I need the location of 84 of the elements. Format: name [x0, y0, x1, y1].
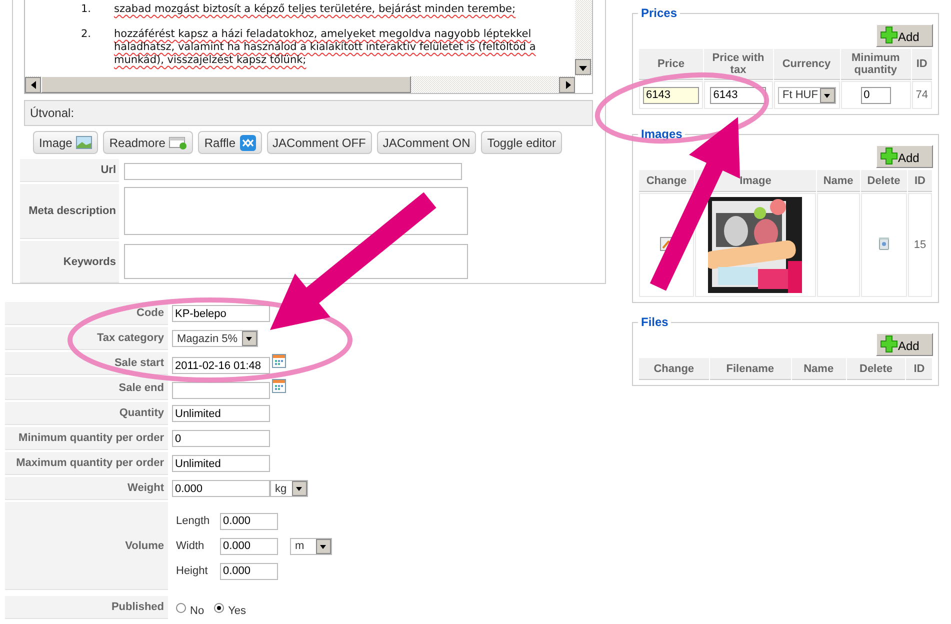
scroll-right-icon[interactable]	[559, 76, 575, 92]
field-label: Quantity	[5, 402, 168, 425]
quantity-field[interactable]: 0	[860, 86, 891, 104]
field-label: Tax category	[5, 327, 168, 350]
currency-dropdown[interactable]: Ft HUF	[778, 86, 836, 104]
column-header: Delete	[860, 170, 907, 192]
field-label: Sale start	[5, 352, 168, 375]
column-header: Name	[816, 170, 860, 192]
dimension-field[interactable]: 0.000	[220, 538, 278, 554]
price-field[interactable]: 6143	[643, 86, 699, 104]
list-item-text: hozzáférést kapsz a házi feladatokhoz, amelyeket megoldva nagyobb léptekkel haladhatsz, valamint ha használod a kialakított interaktív felületet is (feltöltöd a munkád), visszajelzést kapsz tőlünk;	[114, 28, 537, 67]
text-field[interactable]: 0.000	[172, 480, 270, 497]
price-with-tax-field[interactable]: 6143	[710, 86, 766, 104]
field-label: Volume	[5, 502, 168, 590]
field-label: Url	[20, 159, 119, 182]
editor-button[interactable]: Raffle	[198, 131, 262, 154]
section-title: Images	[640, 127, 684, 141]
column-header: Filename	[710, 358, 791, 380]
add-button[interactable]: Add	[876, 145, 933, 168]
vertical-scrollbar[interactable]	[575, 0, 592, 76]
table-cell: 15	[908, 193, 932, 297]
field-label: Published	[5, 596, 168, 619]
text-field[interactable]: KP-belepo	[172, 305, 270, 322]
column-header: ID	[906, 358, 932, 380]
field-label: Minimum quantity per order	[5, 427, 168, 450]
text-field[interactable]: 0	[172, 430, 270, 447]
dimension-label: Length	[176, 515, 211, 527]
image-icon	[76, 136, 92, 149]
radio-option[interactable]: No	[176, 604, 204, 616]
field-label: Weight	[5, 477, 168, 500]
column-header: Delete	[846, 358, 906, 380]
text-area[interactable]	[124, 187, 468, 235]
editor-button[interactable]: JAComment OFF	[266, 131, 372, 154]
text-field[interactable]: Unlimited	[172, 455, 270, 472]
editor-button[interactable]: Image	[33, 131, 98, 154]
url-field[interactable]	[124, 163, 462, 180]
column-header: ID	[908, 170, 932, 192]
add-button[interactable]: Add	[876, 24, 933, 47]
column-header: Price with tax	[704, 49, 772, 80]
editor-button[interactable]: JAComment ON	[376, 131, 476, 154]
column-header: Change	[639, 358, 709, 380]
column-header: Change	[639, 170, 694, 192]
field-label: Maximum quantity per order	[5, 452, 168, 475]
unit-dropdown[interactable]: kg	[270, 480, 308, 497]
list-number: 1.	[81, 3, 92, 16]
list-number: 2.	[81, 28, 92, 42]
plus-icon	[880, 26, 898, 44]
date-field[interactable]: 2011-02-16 01:48	[172, 357, 270, 374]
unit-dropdown[interactable]: m	[290, 538, 332, 554]
field-label: Sale end	[5, 377, 168, 400]
editor-button[interactable]: Readmore	[103, 131, 194, 154]
plus-icon	[880, 335, 898, 353]
dimension-label: Width	[176, 540, 206, 552]
horizontal-scrollbar[interactable]	[25, 76, 575, 93]
column-header: ID	[912, 49, 932, 80]
scrollbar-thumb[interactable]	[41, 76, 411, 93]
path-label: Útvonal:	[30, 106, 74, 120]
date-field[interactable]	[172, 382, 270, 399]
scroll-left-icon[interactable]	[25, 76, 41, 92]
dimension-label: Height	[176, 565, 209, 577]
column-header: Name	[792, 358, 846, 380]
plus-icon	[880, 147, 898, 165]
dropdown[interactable]: Magazin 5%	[172, 330, 258, 347]
trash-icon[interactable]	[878, 237, 889, 250]
radio-option[interactable]: Yes	[214, 604, 246, 616]
column-header: Currency	[774, 49, 840, 80]
shuffle-icon	[240, 134, 256, 150]
table-cell: 74	[912, 81, 932, 109]
scroll-down-icon[interactable]	[575, 59, 591, 75]
column-header: Minimum quantity	[840, 49, 911, 80]
page-plus-icon	[169, 136, 188, 150]
field-label: Meta description	[20, 184, 119, 239]
text-field[interactable]: Unlimited	[172, 405, 270, 422]
text-area[interactable]	[124, 244, 468, 279]
dimension-field[interactable]: 0.000	[220, 562, 278, 580]
section-title: Prices	[640, 6, 678, 20]
add-button[interactable]: Add	[876, 333, 933, 356]
editor-button[interactable]: Toggle editor	[481, 131, 562, 154]
section-title: Files	[640, 315, 670, 329]
dimension-field[interactable]: 0.000	[220, 512, 278, 530]
list-item-text: szabad mozgást biztosít a képző teljes területére, bejárást minden terembe;	[114, 3, 517, 16]
field-label: Keywords	[20, 241, 119, 283]
calendar-icon[interactable]	[272, 379, 286, 393]
calendar-icon[interactable]	[272, 354, 286, 368]
